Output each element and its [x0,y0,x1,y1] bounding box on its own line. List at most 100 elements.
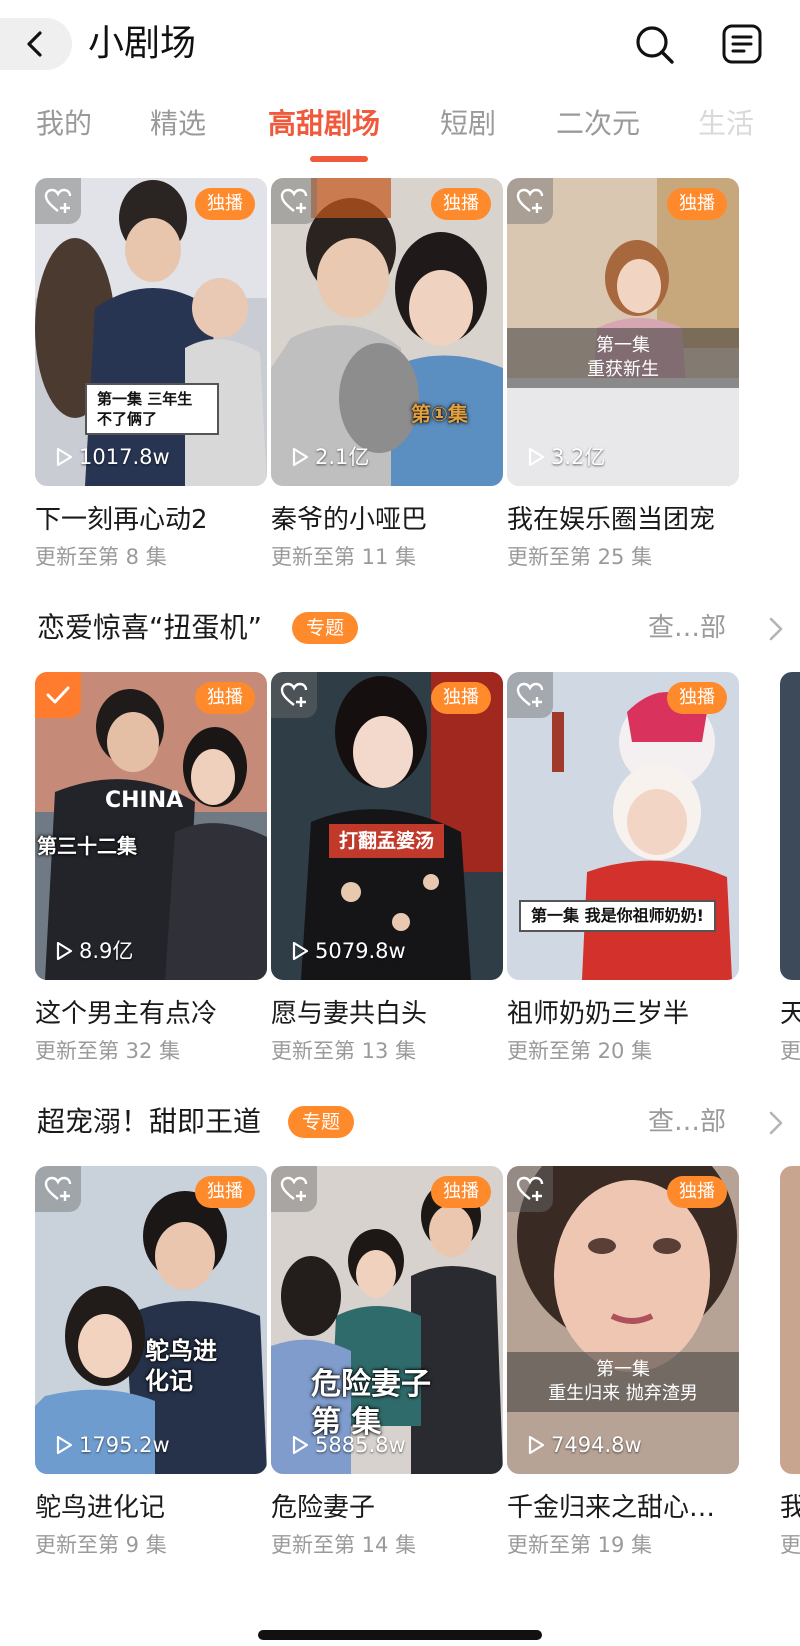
episode-progress: 更新至第 20 集 [507,1039,653,1063]
add-favorite-button[interactable] [271,672,317,718]
drama-card[interactable]: 独播 第一集 重获新生 3.2亿 我在娱乐圈当团宠 更新至第 25 集 [507,178,739,578]
back-button[interactable] [0,18,72,70]
episode-progress: 更新至第 11 集 [271,545,417,569]
caption-line: 第一集 [596,335,650,356]
see-all-link[interactable]: 查…部 [648,1104,726,1140]
episode-progress: 更新至第 9 集 [35,1533,167,1557]
episode-progress: 更新至第 25 集 [507,545,653,569]
active-tab-indicator [310,156,368,162]
drama-title[interactable]: 祖师奶奶三岁半 [507,996,747,1032]
tab-life[interactable]: 生活 [698,104,754,144]
add-favorite-button[interactable] [35,178,81,224]
section-header: 恋爱惊喜“扭蛋机” 专题 查…部 [0,602,800,658]
drama-title[interactable]: 下一刻再心动2 [35,502,275,538]
add-favorite-button[interactable] [271,178,317,224]
drama-thumbnail[interactable]: 独播 鸵鸟进化记 1795.2w [35,1166,267,1474]
drama-title[interactable]: 我在娱乐圈当团宠 [507,502,747,538]
drama-card[interactable]: CHINA 独播 第三十二集 8.9亿 这个男主有点冷 更新至第 32 集 [35,672,267,1072]
home-indicator[interactable] [258,1630,542,1640]
topic-badge: 专题 [288,1106,355,1138]
episode-caption: 第三十二集 [37,834,137,858]
drama-thumbnail[interactable]: 独播 第①集 2.1亿 [271,178,503,486]
play-icon [528,1436,545,1454]
svg-text:CHINA: CHINA [105,788,183,813]
play-icon [292,448,309,466]
episode-caption: 第一集 我是你祖师奶奶! [519,900,716,932]
section-title: 超宠溺！甜即王道 [37,1105,262,1138]
exclusive-badge: 独播 [195,1176,255,1208]
play-count: 1795.2w [55,1430,170,1460]
play-icon [56,448,73,466]
drama-thumbnail[interactable]: 独播 打翻孟婆汤 5079.8w [271,672,503,980]
poster-image [35,178,267,486]
episode-caption: 打翻孟婆汤 [329,824,445,858]
drama-title[interactable]: 鸵鸟进化记 [35,1490,275,1526]
poster-image [507,1166,739,1474]
play-count: 5079.8w [291,936,406,966]
drama-title[interactable]: 愿与妻共白头 [271,996,511,1032]
exclusive-badge: 独播 [195,682,255,714]
episode-progress: 更新至第 14 集 [271,1533,417,1557]
add-favorite-button[interactable] [271,1166,317,1212]
add-favorite-button[interactable] [507,1166,553,1212]
drama-card[interactable]: 独播 第一集 我是你祖师奶奶! 祖师奶奶三岁半 更新至第 20 集 [507,672,739,1072]
caption-line: 重获新生 [587,359,659,380]
drama-card[interactable]: 独播 第①集 2.1亿 秦爷的小哑巴 更新至第 11 集 [271,178,503,578]
drama-thumbnail[interactable]: 独播 第一集 重获新生 3.2亿 [507,178,739,486]
drama-card[interactable]: 独播 鸵鸟进化记 1795.2w 鸵鸟进化记 更新至第 9 集 [35,1166,267,1566]
play-icon [528,448,545,466]
exclusive-badge: 独播 [667,682,727,714]
drama-title[interactable]: 千金归来之甜心… [507,1490,747,1526]
drama-title[interactable]: 天 [780,996,800,1032]
exclusive-badge: 独播 [431,682,491,714]
next-card-peek[interactable] [780,1166,800,1474]
drama-card[interactable]: 独播 打翻孟婆汤 5079.8w 愿与妻共白头 更新至第 13 集 [271,672,503,1072]
exclusive-badge: 独播 [195,188,255,220]
drama-card[interactable]: 独播 第一集 重生归来 抛弃渣男 7494.8w 千金归来之甜心… 更新至第 1… [507,1166,739,1566]
heart-plus-icon [516,682,544,707]
play-count: 2.1亿 [291,442,369,472]
drama-title[interactable]: 危险妻子 [271,1490,511,1526]
drama-thumbnail[interactable]: 独播 危险妻子 第 集 5885.8w [271,1166,503,1474]
favorited-button[interactable] [35,672,81,718]
heart-plus-icon [280,682,308,707]
drama-thumbnail[interactable]: 独播 第一集 重生归来 抛弃渣男 7494.8w [507,1166,739,1474]
episode-progress: 更新至第 13 集 [271,1039,417,1063]
drama-title[interactable]: 秦爷的小哑巴 [271,502,511,538]
section-title: 恋爱惊喜“扭蛋机” [37,611,263,644]
play-icon [292,1436,309,1454]
add-favorite-button[interactable] [507,178,553,224]
heart-plus-icon [44,1176,72,1201]
search-button[interactable] [632,22,676,66]
play-icon [292,942,309,960]
see-all-link[interactable]: 查…部 [648,610,726,646]
tab-short-drama[interactable]: 短剧 [440,104,496,144]
drama-card[interactable]: 独播 第一集 三年生不了俩了 1017.8w 下一刻再心动2 更新至第 8 集 [35,178,267,578]
chevron-right-icon[interactable] [768,616,784,642]
exclusive-badge: 独播 [431,188,491,220]
add-favorite-button[interactable] [507,672,553,718]
drama-thumbnail[interactable]: CHINA 独播 第三十二集 8.9亿 [35,672,267,980]
episode-progress: 更 [780,1533,800,1557]
episode-progress: 更新至第 19 集 [507,1533,653,1557]
topic-badge: 专题 [292,612,359,644]
tab-sweet-theater[interactable]: 高甜剧场 [268,104,380,144]
play-count: 5885.8w [291,1430,406,1460]
exclusive-badge: 独播 [431,1176,491,1208]
tab-featured[interactable]: 精选 [150,104,206,144]
drama-thumbnail[interactable]: 独播 第一集 我是你祖师奶奶! [507,672,739,980]
next-card-peek[interactable] [780,672,800,980]
episode-caption: 第①集 [411,402,468,426]
drama-title[interactable]: 这个男主有点冷 [35,996,275,1032]
tab-anime[interactable]: 二次元 [556,104,640,144]
check-icon [46,686,70,704]
drama-card[interactable]: 独播 危险妻子 第 集 5885.8w 危险妻子 更新至第 14 集 [271,1166,503,1566]
add-favorite-button[interactable] [35,1166,81,1212]
list-menu-button[interactable] [720,22,764,66]
chevron-right-icon[interactable] [768,1110,784,1136]
poster-image: CHINA [35,672,267,980]
exclusive-badge: 独播 [667,1176,727,1208]
drama-thumbnail[interactable]: 独播 第一集 三年生不了俩了 1017.8w [35,178,267,486]
drama-title[interactable]: 我 [780,1490,800,1526]
tab-mine[interactable]: 我的 [36,104,92,144]
